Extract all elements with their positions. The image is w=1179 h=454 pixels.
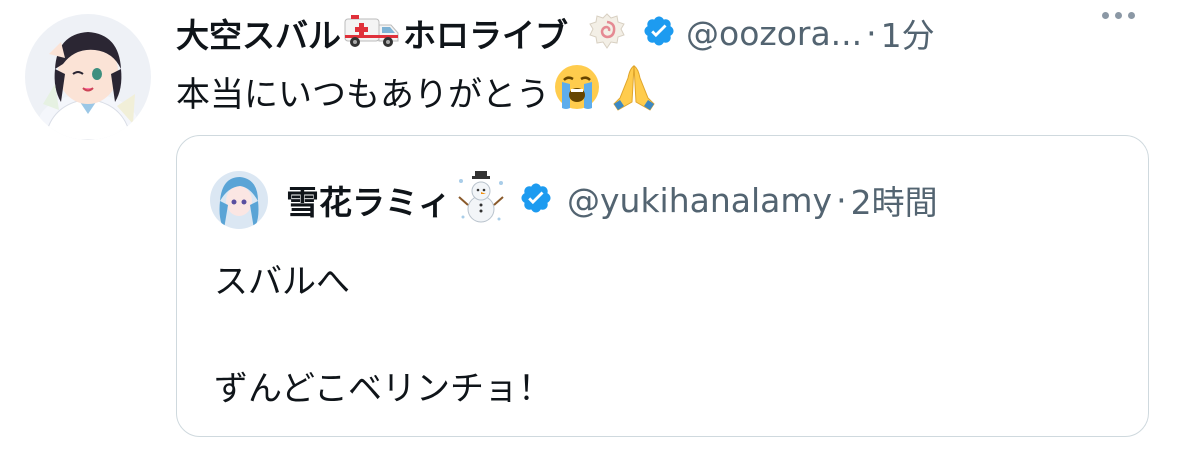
more-icon[interactable]	[1102, 12, 1135, 19]
quoted-text-line-1: スバルへ	[214, 262, 350, 302]
narutomaki-icon	[588, 12, 626, 54]
author-handle[interactable]: @oozora...	[686, 14, 862, 53]
tweet-header: 大空スバル ホロライブ @oozora... · 1分	[176, 8, 1156, 58]
quoted-author-name[interactable]: 雪花ラミィ	[286, 176, 451, 224]
verified-badge-icon	[519, 181, 553, 219]
quoted-tweet[interactable]: 雪花ラミィ @yukihanalamy · 2時間 スバルへ ずんどこベリンチョ…	[176, 135, 1149, 437]
loudly-crying-face-icon	[552, 62, 602, 121]
ambulance-icon	[343, 13, 401, 53]
tweet-text-row: 本当にいつもありがとう	[176, 64, 658, 116]
author-name-suffix[interactable]: ホロライブ	[403, 9, 568, 57]
quoted-author-handle[interactable]: @yukihanalamy	[567, 181, 832, 220]
author-avatar[interactable]	[25, 14, 151, 140]
tweet-time[interactable]: 1分	[881, 9, 935, 57]
separator-dot: ·	[866, 13, 877, 53]
folded-hands-icon	[610, 62, 658, 121]
snowman-icon	[455, 171, 507, 229]
quoted-tweet-header: 雪花ラミィ @yukihanalamy · 2時間	[210, 171, 938, 229]
quoted-author-avatar[interactable]	[210, 171, 268, 229]
quoted-text-line-2: ずんどこベリンチョ！	[214, 369, 552, 409]
tweet-text: 本当にいつもありがとう	[176, 74, 550, 115]
author-name[interactable]: 大空スバル	[176, 9, 341, 57]
verified-badge-icon	[642, 14, 676, 52]
separator-dot: ·	[836, 180, 847, 220]
quoted-tweet-time[interactable]: 2時間	[851, 176, 938, 224]
